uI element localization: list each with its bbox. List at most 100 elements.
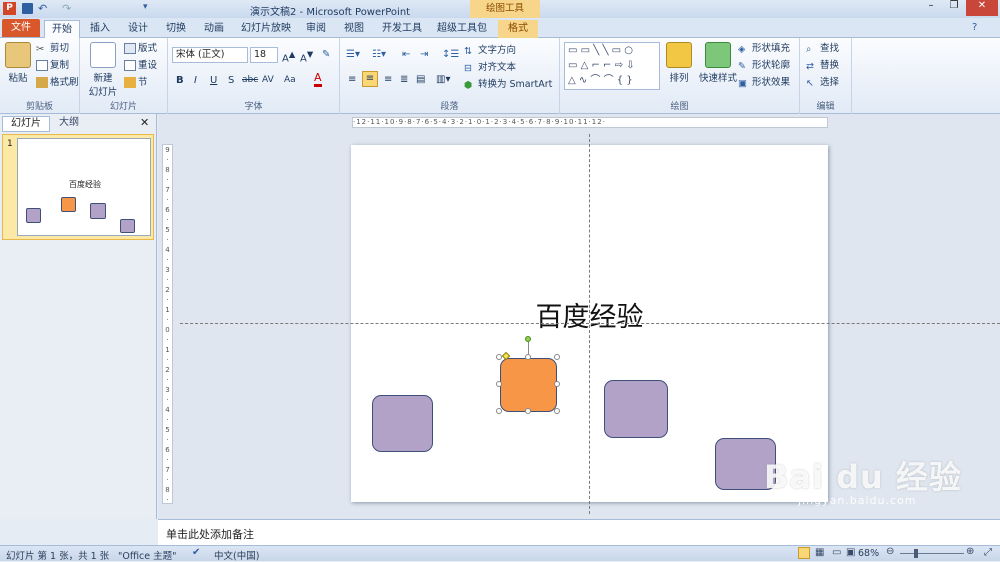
minimize-button[interactable]: –: [920, 0, 942, 16]
columns-icon[interactable]: ▥▾: [436, 73, 450, 86]
strikethrough-icon[interactable]: abc: [242, 74, 258, 87]
fit-slide-icon[interactable]: ⤢: [984, 547, 992, 558]
align-center-icon[interactable]: ≡: [362, 71, 378, 87]
align-right-icon[interactable]: ≡: [384, 73, 392, 86]
tab-outline-panel[interactable]: 大纲: [50, 116, 88, 132]
shapes-gallery[interactable]: ▭ ▭ ╲ ╲ ▭ ○ ▭ △ ⌐ ⌐ ⇨ ⇩ △ ∿ ⌒ ⌒ { }: [564, 42, 660, 90]
resize-handle-se[interactable]: [554, 408, 560, 414]
restore-button[interactable]: ❐: [943, 0, 965, 16]
tab-insert[interactable]: 插入: [84, 20, 116, 38]
cut-button[interactable]: ✂ 剪切: [36, 42, 69, 55]
notes-placeholder[interactable]: 单击此处添加备注: [166, 526, 254, 542]
smartart-button[interactable]: ⬢ 转换为 SmartArt: [464, 78, 552, 91]
normal-view-icon[interactable]: [798, 547, 810, 559]
orange-rounded-rectangle-selected[interactable]: [500, 358, 557, 412]
align-left-icon[interactable]: ≡: [348, 73, 356, 86]
layout-button[interactable]: 版式: [124, 42, 157, 55]
purple-rounded-rectangle-1[interactable]: [372, 395, 433, 452]
distribute-icon[interactable]: ▤: [416, 73, 425, 86]
clipboard-group-label: 剪贴板: [25, 102, 53, 112]
font-size-select[interactable]: 18: [250, 47, 278, 63]
tab-view[interactable]: 视图: [338, 20, 370, 38]
replace-button[interactable]: ⇄ 替换: [806, 59, 839, 72]
resize-handle-sw[interactable]: [496, 408, 502, 414]
shrink-font-icon[interactable]: A▼: [300, 48, 313, 65]
align-text-button[interactable]: ⊟ 对齐文本: [464, 61, 516, 74]
bullets-icon[interactable]: ☰▾: [346, 48, 360, 61]
line-spacing-icon[interactable]: ↕☰: [442, 48, 459, 61]
vertical-guide[interactable]: [589, 134, 590, 514]
grow-font-icon[interactable]: A▲: [282, 48, 295, 65]
language-status[interactable]: 中文(中国): [214, 548, 259, 562]
slide-sorter-icon[interactable]: ▦: [815, 547, 824, 558]
char-spacing-icon[interactable]: AV: [262, 74, 274, 87]
font-color-icon[interactable]: A: [314, 72, 322, 87]
tab-transitions[interactable]: 切换: [160, 20, 192, 38]
increase-indent-icon[interactable]: ⇥: [420, 48, 428, 61]
new-slide-button[interactable]: 新建 幻灯片: [84, 42, 122, 98]
section-button[interactable]: 节: [124, 76, 148, 89]
resize-handle-ne[interactable]: [554, 354, 560, 360]
undo-icon[interactable]: ↶: [38, 2, 47, 15]
redo-icon[interactable]: ↷: [62, 2, 71, 15]
spell-check-icon[interactable]: ✔: [192, 547, 200, 558]
horizontal-guide[interactable]: [180, 323, 1000, 324]
zoom-in-button[interactable]: ⊕: [966, 546, 974, 557]
reading-view-icon[interactable]: ▭: [832, 547, 841, 558]
help-icon[interactable]: ?: [972, 22, 977, 33]
decrease-indent-icon[interactable]: ⇤: [402, 48, 410, 61]
tab-slideshow[interactable]: 幻灯片放映: [240, 20, 292, 38]
shape-outline-button[interactable]: ✎ 形状轮廓: [738, 59, 790, 72]
zoom-level[interactable]: 68%: [858, 548, 879, 559]
tab-design[interactable]: 设计: [122, 20, 154, 38]
tab-animations[interactable]: 动画: [198, 20, 230, 38]
bold-icon[interactable]: B: [176, 74, 184, 87]
resize-handle-n[interactable]: [525, 354, 531, 360]
close-panel-icon[interactable]: ✕: [140, 116, 149, 129]
copy-label: 复制: [50, 60, 70, 71]
shape-fill-button[interactable]: ◈ 形状填充: [738, 42, 790, 55]
cut-label: 剪切: [50, 43, 70, 54]
font-name-select[interactable]: 宋体 (正文): [172, 47, 248, 63]
zoom-out-button[interactable]: ⊖: [886, 546, 894, 557]
copy-button[interactable]: 复制: [36, 59, 69, 72]
align-text-label: 对齐文本: [478, 62, 517, 73]
notes-pane[interactable]: 单击此处添加备注: [158, 519, 1000, 545]
format-painter-button[interactable]: 格式刷: [36, 76, 79, 89]
tab-super-toolkit[interactable]: 超级工具包: [436, 20, 488, 38]
reset-button[interactable]: 重设: [124, 59, 157, 72]
select-button[interactable]: ↖ 选择: [806, 76, 839, 89]
slide-thumbnail-selected[interactable]: 1 百度经验: [2, 134, 154, 240]
arrange-button[interactable]: 排列: [664, 42, 694, 84]
resize-handle-w[interactable]: [496, 381, 502, 387]
shape-effects-button[interactable]: ▣ 形状效果: [738, 76, 790, 89]
tab-home[interactable]: 开始: [44, 20, 80, 38]
shadow-icon[interactable]: S: [228, 74, 234, 87]
tab-review[interactable]: 审阅: [300, 20, 332, 38]
change-case-icon[interactable]: Aa: [284, 74, 296, 87]
find-button[interactable]: ⌕ 查找: [806, 42, 839, 55]
clear-format-icon[interactable]: ✎: [322, 48, 330, 61]
purple-rounded-rectangle-2[interactable]: [604, 380, 668, 438]
quick-styles-button[interactable]: 快速样式: [696, 42, 740, 84]
tab-format[interactable]: 格式: [498, 20, 538, 38]
text-direction-button[interactable]: ⇅ 文字方向: [464, 44, 516, 57]
justify-icon[interactable]: ≣: [400, 73, 408, 86]
resize-handle-e[interactable]: [554, 381, 560, 387]
paste-icon: [5, 42, 31, 68]
numbering-icon[interactable]: ☷▾: [372, 48, 386, 61]
paste-button[interactable]: 粘贴: [4, 42, 32, 84]
customize-qat-icon[interactable]: ▾: [143, 2, 148, 12]
tab-file[interactable]: 文件: [2, 19, 40, 37]
italic-icon[interactable]: I: [194, 74, 197, 87]
zoom-slider-track[interactable]: [900, 553, 964, 554]
save-icon[interactable]: [22, 3, 33, 14]
tab-developer[interactable]: 开发工具: [380, 20, 424, 38]
tab-slides-panel[interactable]: 幻灯片: [2, 116, 50, 132]
slideshow-view-icon[interactable]: ▣: [846, 547, 855, 558]
underline-icon[interactable]: U: [210, 74, 217, 87]
resize-handle-s[interactable]: [525, 408, 531, 414]
close-button[interactable]: ✕: [966, 0, 998, 16]
zoom-slider-thumb[interactable]: [914, 549, 918, 558]
theme-status[interactable]: "Office 主题": [118, 548, 177, 562]
